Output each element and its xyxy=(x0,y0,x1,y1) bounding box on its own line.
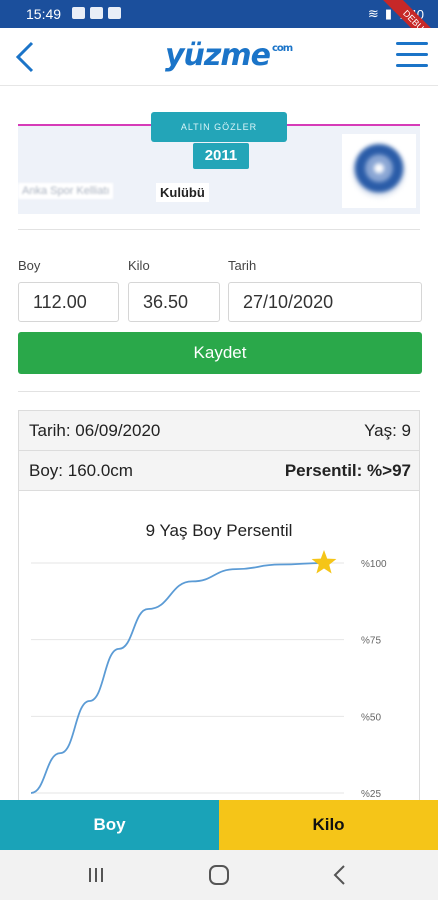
club-card: ALTIN GÖZLER 2011 Anka Spor Kelliatı Kul… xyxy=(18,112,420,214)
notification-icon xyxy=(72,7,85,19)
date-label: Tarih xyxy=(228,258,257,273)
y-tick-label: %50 xyxy=(361,712,381,723)
notification-icons xyxy=(72,7,121,19)
status-bar: 15:49 ≋ ▮ %40 DEBUG xyxy=(0,0,438,57)
percentile-line xyxy=(30,562,325,794)
club-owner: Anka Spor Kelliatı xyxy=(18,183,114,199)
back-icon[interactable] xyxy=(12,40,38,74)
chart-title: 9 Yaş Boy Persentil xyxy=(145,521,293,540)
bottom-tabs: Boy Kilo xyxy=(0,800,438,850)
height-label: Boy xyxy=(18,258,41,273)
menu-icon[interactable] xyxy=(396,42,428,70)
percentile-chart: %100 %75 %50 %25 xyxy=(30,550,387,800)
result-percentile: Persentil: %>97 xyxy=(284,461,411,480)
status-time: 15:49 xyxy=(26,6,62,22)
system-nav-bar xyxy=(0,850,438,900)
save-button[interactable]: Kaydet xyxy=(18,332,422,374)
app-logo: yüzme com xyxy=(165,38,293,73)
divider xyxy=(18,391,420,392)
club-crest-logo xyxy=(342,134,416,208)
y-tick-label: %75 xyxy=(361,636,381,647)
result-row-height: Boy: 160.0cm Persentil: %>97 xyxy=(19,451,419,491)
weight-input[interactable]: 36.50 xyxy=(128,282,220,322)
wifi-icon: ≋ xyxy=(367,6,379,21)
y-tick-label: %25 xyxy=(361,789,381,800)
y-tick-label: %100 xyxy=(361,559,387,570)
result-panel: Tarih: 06/09/2020 Yaş: 9 Boy: 160.0cm Pe… xyxy=(18,410,420,800)
nav-back-icon[interactable] xyxy=(326,862,354,888)
result-row-date: Tarih: 06/09/2020 Yaş: 9 xyxy=(19,411,419,451)
message-icon xyxy=(108,7,121,19)
star-marker-icon xyxy=(311,550,337,574)
app-bar: yüzme com xyxy=(0,28,438,86)
club-name-badge: ALTIN GÖZLER xyxy=(151,112,287,142)
club-type-label: Kulübü xyxy=(156,183,209,202)
tab-weight[interactable]: Kilo xyxy=(219,800,438,850)
result-height: Boy: 160.0cm xyxy=(29,461,133,480)
year-badge: 2011 xyxy=(193,143,249,169)
tab-height[interactable]: Boy xyxy=(0,800,219,850)
date-input[interactable]: 27/10/2020 xyxy=(228,282,422,322)
weight-label: Kilo xyxy=(128,258,150,273)
height-input[interactable]: 112.00 xyxy=(18,282,119,322)
result-age: Yaş: 9 xyxy=(364,421,411,440)
recent-apps-icon[interactable] xyxy=(82,862,110,888)
image-icon xyxy=(90,7,103,19)
divider xyxy=(18,229,420,230)
home-icon[interactable] xyxy=(205,862,233,888)
result-date: Tarih: 06/09/2020 xyxy=(29,421,161,440)
